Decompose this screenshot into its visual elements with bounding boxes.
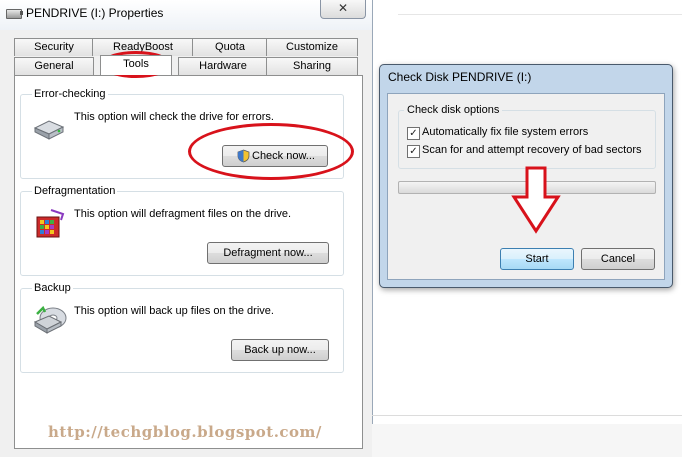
defragment-icon bbox=[36, 209, 65, 238]
auto-fix-checkbox[interactable]: ✓ bbox=[407, 127, 420, 140]
dialog-title: Check Disk PENDRIVE (I:) bbox=[388, 70, 532, 84]
auto-fix-label: Automatically fix file system errors bbox=[422, 126, 589, 138]
start-button[interactable]: Start bbox=[500, 248, 574, 270]
tab-customize[interactable]: Customize bbox=[266, 38, 358, 56]
scan-bad-sectors-checkbox[interactable]: ✓ bbox=[407, 145, 420, 158]
title-bar: PENDRIVE (I:) Properties ✕ bbox=[0, 0, 372, 30]
backup-description: This option will back up files on the dr… bbox=[74, 305, 274, 317]
tab-tools[interactable]: Tools bbox=[100, 55, 172, 75]
tab-hardware[interactable]: Hardware bbox=[178, 57, 268, 75]
back-up-now-button[interactable]: Back up now... bbox=[231, 339, 329, 361]
close-button[interactable]: ✕ bbox=[320, 0, 366, 19]
scan-bad-sectors-label: Scan for and attempt recovery of bad sec… bbox=[422, 144, 642, 156]
check-disk-options-group bbox=[398, 110, 656, 169]
tab-security[interactable]: Security bbox=[14, 38, 94, 56]
check-disk-options-label: Check disk options bbox=[404, 104, 503, 116]
background-window-edge bbox=[398, 14, 682, 15]
annotation-ellipse-check-now bbox=[188, 123, 354, 180]
defragmentation-description: This option will defragment files on the… bbox=[74, 208, 292, 220]
error-checking-description: This option will check the drive for err… bbox=[74, 111, 274, 123]
tab-quota[interactable]: Quota bbox=[192, 38, 268, 56]
defragmentation-label: Defragmentation bbox=[32, 185, 118, 197]
tab-general[interactable]: General bbox=[14, 57, 94, 75]
error-checking-label: Error-checking bbox=[32, 88, 108, 100]
backup-label: Backup bbox=[32, 282, 73, 294]
defragment-now-button[interactable]: Defragment now... bbox=[207, 242, 329, 264]
background-window-footer bbox=[372, 424, 682, 457]
window-title: PENDRIVE (I:) Properties bbox=[26, 6, 164, 20]
tab-sharing[interactable]: Sharing bbox=[266, 57, 358, 75]
drive-check-icon bbox=[33, 120, 65, 140]
background-window-divider bbox=[372, 415, 682, 416]
usb-drive-icon bbox=[6, 9, 23, 19]
backup-icon bbox=[33, 305, 67, 334]
watermark-url: http://techgblog.blogspot.com/ bbox=[48, 423, 322, 441]
properties-window: PENDRIVE (I:) Properties ✕ Security Read… bbox=[0, 0, 373, 457]
annotation-arrow-down-icon bbox=[511, 166, 561, 234]
cancel-button[interactable]: Cancel bbox=[581, 248, 655, 270]
